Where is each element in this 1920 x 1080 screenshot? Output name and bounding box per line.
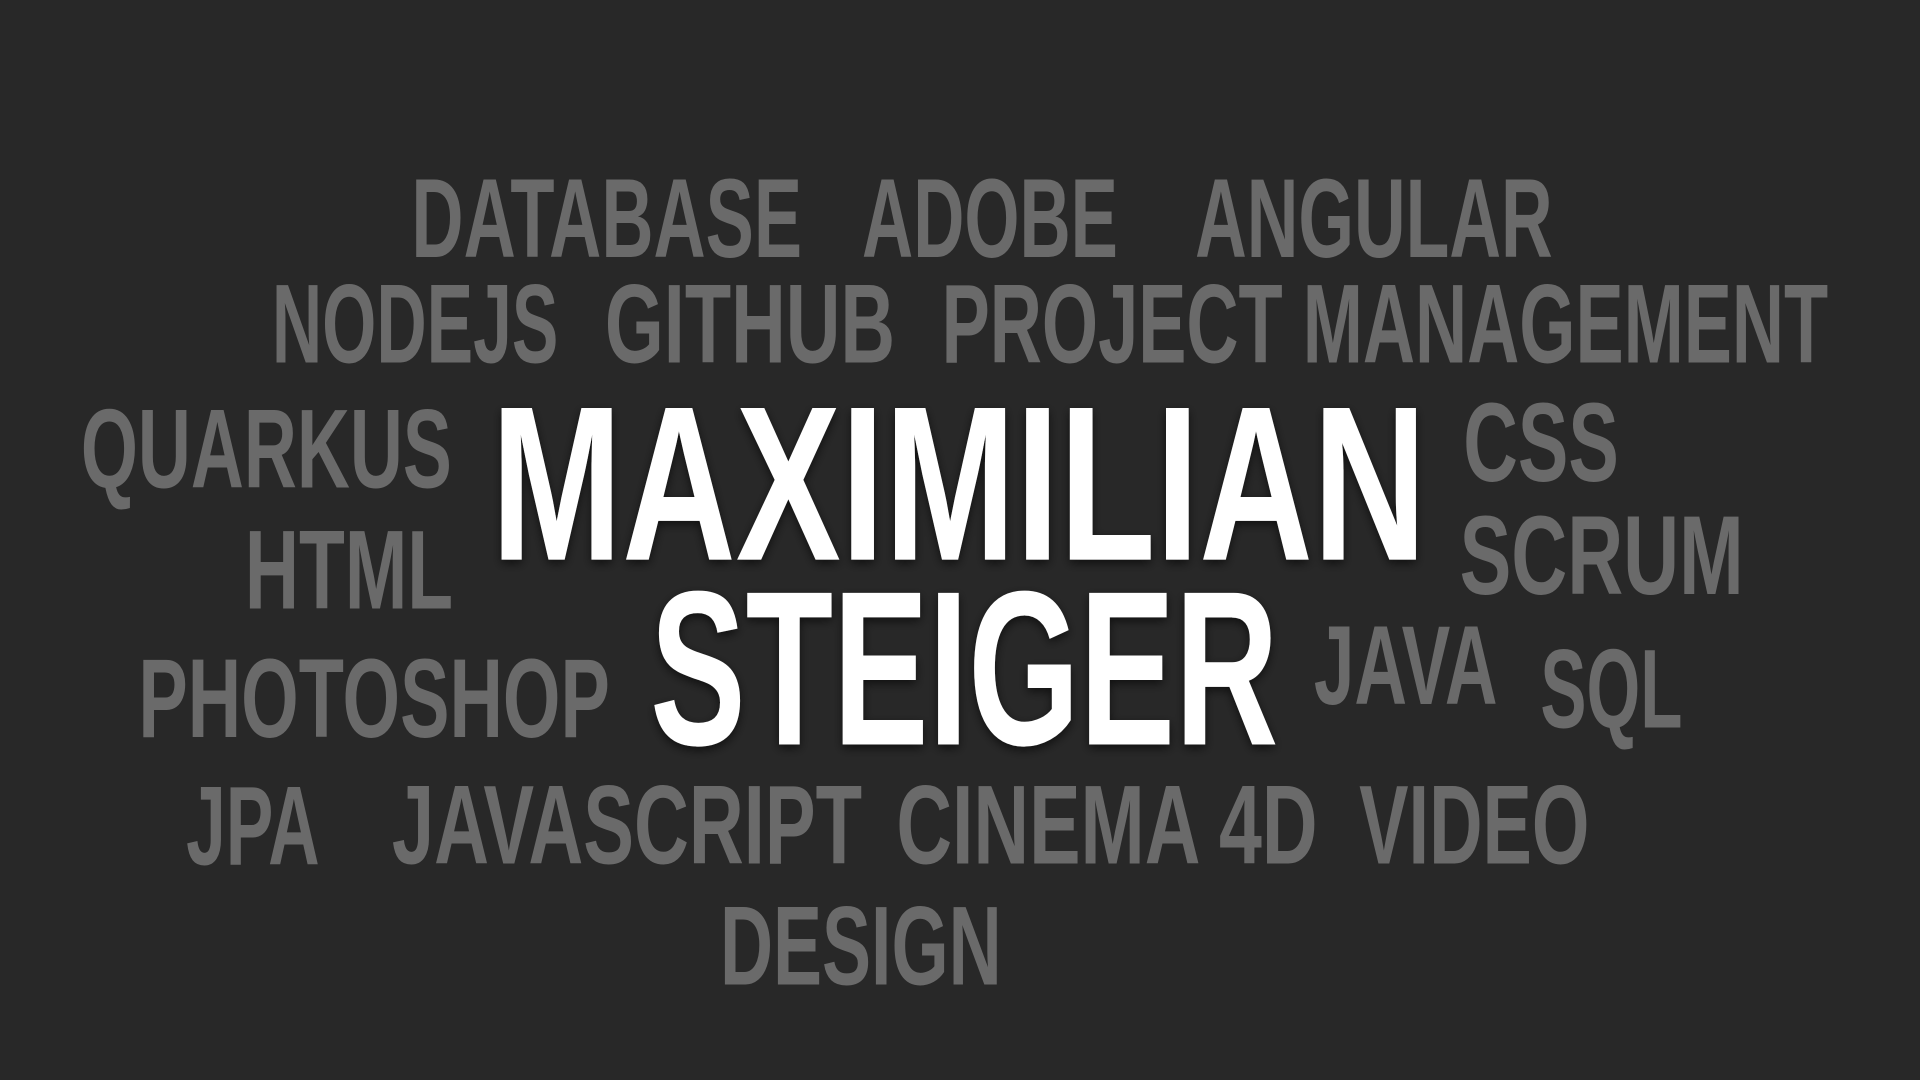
name-last: STEIGER bbox=[650, 544, 1278, 791]
keyword-quarkus: QUARKUS bbox=[81, 385, 452, 511]
keyword-design: DESIGN bbox=[720, 882, 1002, 1008]
keyword-photoshop: PHOTOSHOP bbox=[138, 635, 609, 761]
keyword-css: CSS bbox=[1463, 379, 1619, 505]
keyword-scrum: SCRUM bbox=[1460, 492, 1744, 618]
keyword-video: VIDEO bbox=[1359, 761, 1589, 887]
keyword-html: HTML bbox=[245, 507, 453, 633]
keyword-jpa: JPA bbox=[186, 762, 319, 888]
keyword-java: JAVA bbox=[1314, 602, 1498, 728]
word-cloud: DATABASE ADOBE ANGULAR NODEJS GITHUB PRO… bbox=[81, 155, 1828, 1008]
keyword-sql: SQL bbox=[1540, 625, 1682, 751]
